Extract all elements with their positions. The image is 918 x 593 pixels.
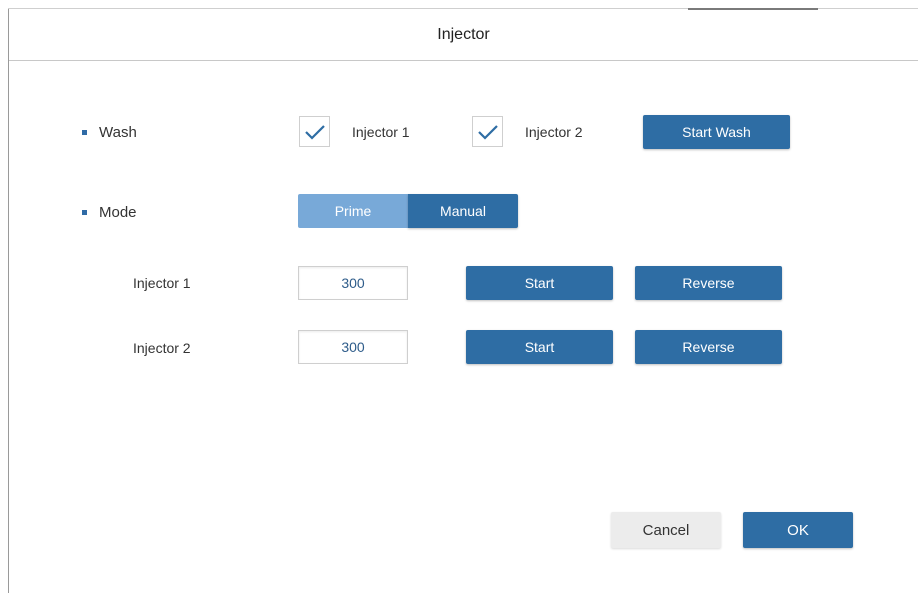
mode-manual-option[interactable]: Manual (408, 194, 518, 228)
wash-section-label: Wash (82, 122, 137, 142)
wash-label: Wash (99, 123, 137, 141)
mode-section-label: Mode (82, 202, 137, 222)
injector2-start-button[interactable]: Start (466, 330, 613, 364)
wash-injector2-label: Injector 2 (525, 124, 583, 140)
injector2-row-label: Injector 2 (133, 340, 191, 356)
injector1-volume-input[interactable] (298, 266, 408, 300)
mode-prime-option[interactable]: Prime (298, 194, 408, 228)
mode-label: Mode (99, 203, 137, 221)
injector1-reverse-button[interactable]: Reverse (635, 266, 782, 300)
bullet-icon (82, 129, 87, 135)
check-icon (477, 124, 498, 140)
wash-injector2-checkbox[interactable] (472, 116, 503, 147)
injector2-volume-input[interactable] (298, 330, 408, 364)
dialog-title: Injector (437, 25, 490, 43)
ok-button[interactable]: OK (743, 512, 853, 548)
check-icon (304, 124, 325, 140)
start-wash-button[interactable]: Start Wash (643, 115, 790, 149)
injector1-start-button[interactable]: Start (466, 266, 613, 300)
title-divider (9, 60, 918, 61)
bullet-icon (82, 209, 87, 215)
wash-injector1-label: Injector 1 (352, 124, 410, 140)
wash-injector1-checkbox[interactable] (299, 116, 330, 147)
cancel-button[interactable]: Cancel (611, 512, 721, 548)
injector1-row-label: Injector 1 (133, 275, 191, 291)
window-frame-left (8, 8, 9, 593)
injector2-reverse-button[interactable]: Reverse (635, 330, 782, 364)
